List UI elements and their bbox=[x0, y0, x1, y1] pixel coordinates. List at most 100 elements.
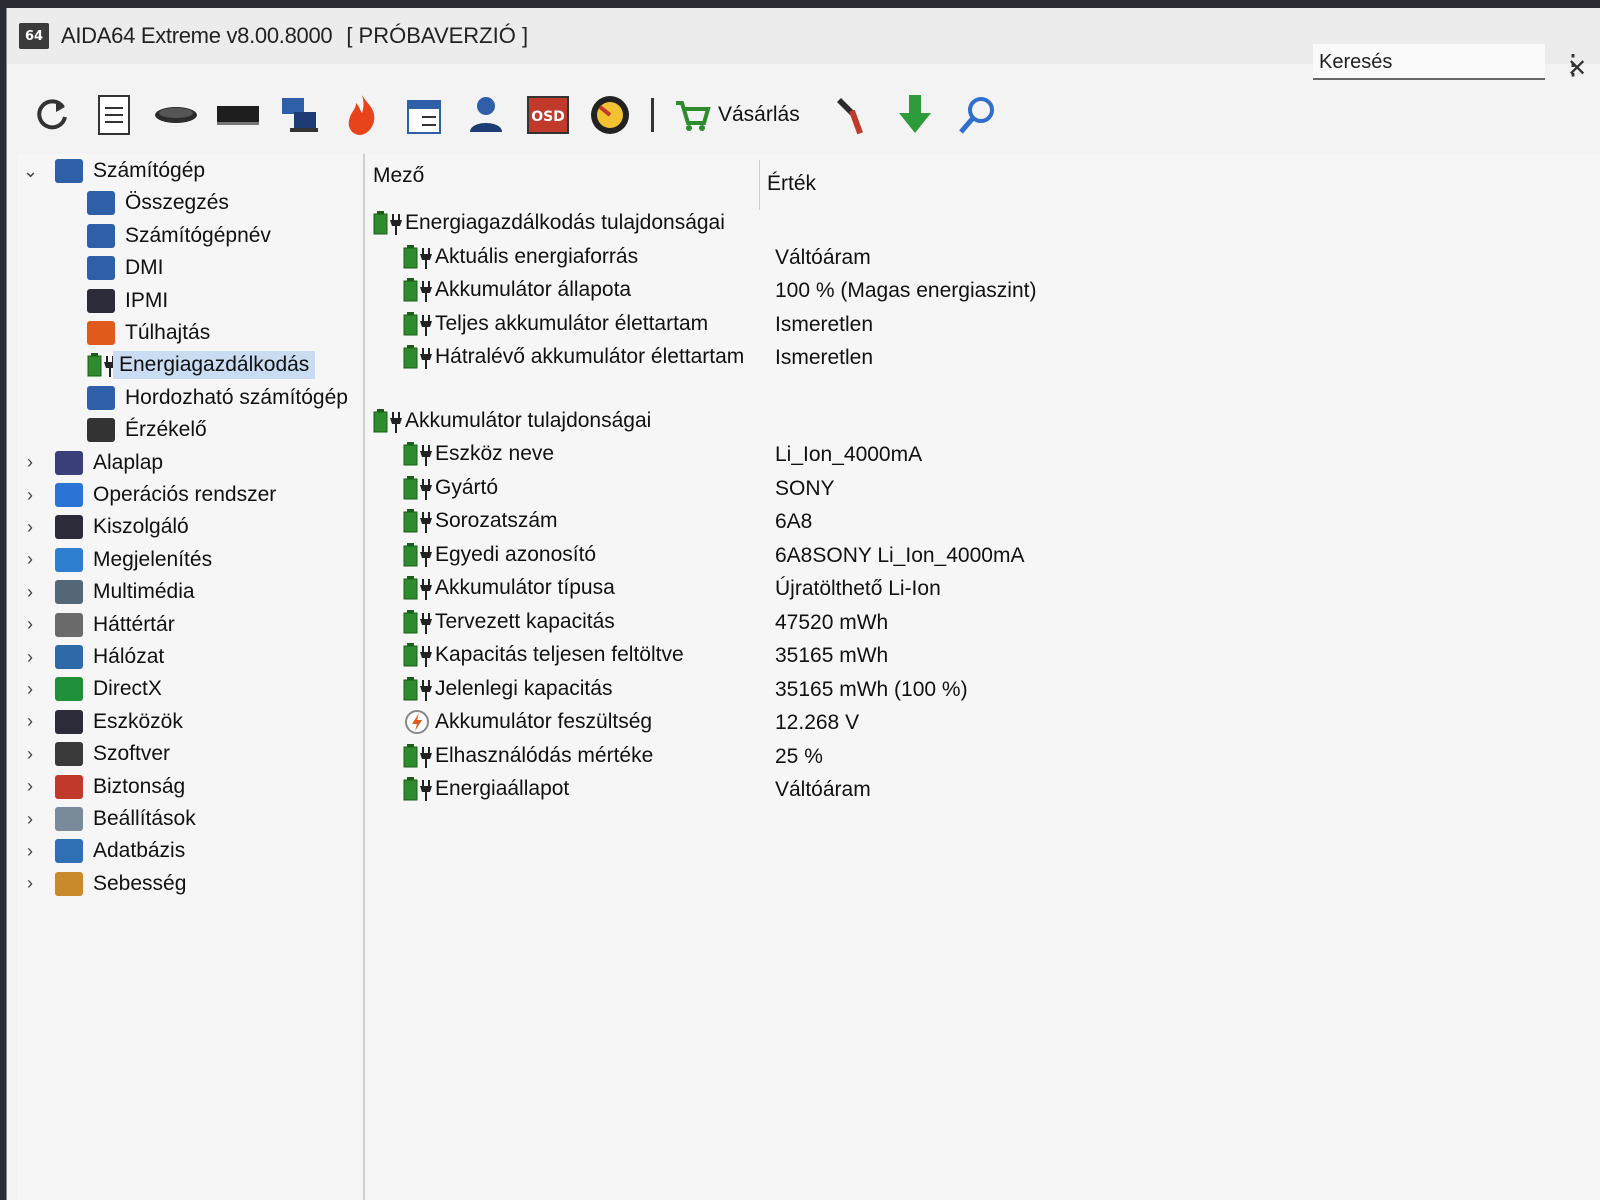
speed-icon bbox=[55, 871, 83, 896]
tree-node-child[interactable]: Összegzés bbox=[87, 188, 229, 218]
chevron-right-icon[interactable]: › bbox=[23, 711, 37, 732]
chevron-right-icon[interactable]: › bbox=[23, 809, 37, 830]
tree-node-group[interactable]: › Háttértár bbox=[23, 610, 175, 640]
tree-node-group[interactable]: › Adatbázis bbox=[23, 836, 185, 866]
memory-icon[interactable] bbox=[215, 92, 261, 138]
property-row[interactable]: Akkumulátor állapota bbox=[403, 275, 631, 305]
refresh-icon[interactable] bbox=[29, 92, 75, 138]
task-list-icon[interactable] bbox=[401, 92, 447, 138]
tree-label: Érzékelő bbox=[125, 418, 207, 442]
battery-plug-icon bbox=[403, 609, 432, 635]
app-window: 64 AIDA64 Extreme v8.00.8000 [ PRÓBAVERZ… bbox=[6, 8, 1600, 1200]
property-field: Kapacitás teljesen feltöltve bbox=[435, 643, 684, 666]
column-header-value[interactable]: Érték bbox=[767, 172, 816, 196]
property-field: Eszköz neve bbox=[435, 442, 555, 465]
sensor-icon[interactable] bbox=[587, 92, 633, 138]
section-title: Energiagazdálkodás tulajdonságai bbox=[405, 211, 725, 234]
display-icon bbox=[55, 547, 83, 572]
tree-node-child[interactable]: Számítógépnév bbox=[87, 221, 271, 251]
chevron-down-icon[interactable]: ⌄ bbox=[23, 161, 38, 182]
property-row[interactable]: Jelenlegi kapacitás bbox=[403, 674, 612, 704]
property-field: Elhasználódás mértéke bbox=[435, 743, 654, 767]
tree-node-computer[interactable]: ⌄ Számítógép bbox=[23, 156, 205, 186]
windows-icon bbox=[55, 483, 83, 507]
tree-node-group[interactable]: › Kiszolgáló bbox=[23, 512, 189, 542]
property-field: Tervezett kapacitás bbox=[435, 609, 615, 633]
tree-node-child[interactable]: Energiagazdálkodás bbox=[87, 350, 316, 380]
property-row[interactable]: Aktuális energiaforrás bbox=[403, 242, 638, 272]
tree-node-group[interactable]: › Multimédia bbox=[23, 577, 195, 607]
property-row[interactable]: Energiaállapot bbox=[403, 774, 569, 804]
column-header-field[interactable]: Mező bbox=[373, 164, 424, 188]
cart-icon bbox=[676, 101, 711, 131]
tree-node-child[interactable]: Túlhajtás bbox=[87, 318, 210, 348]
search-input[interactable]: Keresés bbox=[1313, 44, 1545, 80]
tree-label: IPMI bbox=[125, 288, 169, 312]
network-icon[interactable] bbox=[277, 92, 323, 138]
tree-node-group[interactable]: › Alaplap bbox=[23, 448, 163, 478]
property-row[interactable]: Egyedi azonosító bbox=[403, 540, 596, 570]
disk-icon[interactable] bbox=[153, 92, 199, 138]
chevron-right-icon[interactable]: › bbox=[23, 744, 37, 765]
osd-icon[interactable]: OSD bbox=[525, 92, 571, 138]
property-value: 6A8SONY Li_Ion_4000mA bbox=[775, 543, 1025, 567]
tree-node-child[interactable]: DMI bbox=[87, 253, 164, 283]
property-row[interactable]: Sorozatszám bbox=[403, 506, 558, 536]
tree-node-group[interactable]: › Szoftver bbox=[23, 739, 170, 769]
property-field: Sorozatszám bbox=[435, 509, 558, 532]
download-icon[interactable] bbox=[892, 92, 938, 138]
chevron-right-icon[interactable]: › bbox=[23, 582, 37, 603]
tree-node-group[interactable]: › Sebesség bbox=[23, 869, 186, 899]
property-row[interactable]: Tervezett kapacitás bbox=[403, 607, 615, 637]
shield-icon bbox=[55, 774, 83, 799]
property-row[interactable]: Eszköz neve bbox=[403, 439, 554, 469]
tree-node-group[interactable]: › Operációs rendszer bbox=[23, 480, 276, 510]
property-field: Akkumulátor feszültség bbox=[435, 710, 653, 733]
chevron-right-icon[interactable]: › bbox=[23, 873, 37, 894]
battery-plug-icon bbox=[403, 311, 432, 337]
tools-icon[interactable] bbox=[830, 92, 876, 138]
more-options-icon[interactable]: ⋮ bbox=[1559, 48, 1587, 81]
tree-node-group[interactable]: › Hálózat bbox=[23, 642, 164, 672]
property-row[interactable]: Akkumulátor típusa bbox=[403, 573, 615, 603]
chevron-right-icon[interactable]: › bbox=[23, 549, 37, 570]
search-icon[interactable] bbox=[954, 92, 1000, 138]
tree-node-group[interactable]: › Megjelenítés bbox=[23, 545, 212, 575]
chevron-right-icon[interactable]: › bbox=[23, 614, 37, 635]
property-row[interactable]: Elhasználódás mértéke bbox=[403, 741, 653, 771]
property-row[interactable]: Kapacitás teljesen feltöltve bbox=[403, 640, 684, 670]
property-row[interactable]: Hátralévő akkumulátor élettartam bbox=[403, 342, 744, 372]
tree-node-child[interactable]: Hordozható számítógép bbox=[87, 383, 348, 413]
monitor-icon bbox=[87, 223, 115, 248]
section-header[interactable]: Energiagazdálkodás tulajdonságai bbox=[373, 208, 725, 238]
buy-button[interactable]: Vásárlás bbox=[672, 97, 800, 133]
chevron-right-icon[interactable]: › bbox=[23, 679, 37, 700]
tree-node-group[interactable]: › Eszközök bbox=[23, 707, 183, 737]
battery-plug-icon bbox=[403, 743, 432, 769]
tree-label: Megjelenítés bbox=[93, 547, 213, 571]
property-row[interactable]: Teljes akkumulátor élettartam bbox=[403, 309, 708, 339]
chevron-right-icon[interactable]: › bbox=[23, 517, 37, 538]
chevron-right-icon[interactable]: › bbox=[23, 485, 37, 506]
user-icon[interactable] bbox=[463, 92, 509, 138]
tree-node-child[interactable]: IPMI bbox=[87, 286, 168, 316]
tree-label: Háttértár bbox=[93, 612, 175, 636]
tree-node-group[interactable]: › Biztonság bbox=[23, 772, 185, 802]
chevron-right-icon[interactable]: › bbox=[23, 647, 37, 668]
section-header[interactable]: Akkumulátor tulajdonságai bbox=[373, 406, 651, 436]
chevron-right-icon[interactable]: › bbox=[23, 776, 37, 797]
tree-label: Kiszolgáló bbox=[93, 515, 189, 539]
property-row[interactable]: Akkumulátor feszültség bbox=[403, 707, 652, 737]
property-value: Váltóáram bbox=[775, 245, 871, 269]
tree-node-group[interactable]: › DirectX bbox=[23, 674, 162, 704]
tree-node-child[interactable]: Érzékelő bbox=[87, 415, 207, 445]
tree-node-group[interactable]: › Beállítások bbox=[23, 804, 196, 834]
column-divider[interactable] bbox=[759, 160, 760, 210]
chevron-right-icon[interactable]: › bbox=[23, 452, 37, 473]
report-icon[interactable] bbox=[91, 92, 137, 138]
property-row[interactable]: Gyártó bbox=[403, 473, 498, 503]
chevron-right-icon[interactable]: › bbox=[23, 841, 37, 862]
battery-plug-icon bbox=[403, 277, 432, 303]
flame-icon[interactable] bbox=[339, 92, 385, 138]
property-field: Hátralévő akkumulátor élettartam bbox=[435, 345, 745, 368]
